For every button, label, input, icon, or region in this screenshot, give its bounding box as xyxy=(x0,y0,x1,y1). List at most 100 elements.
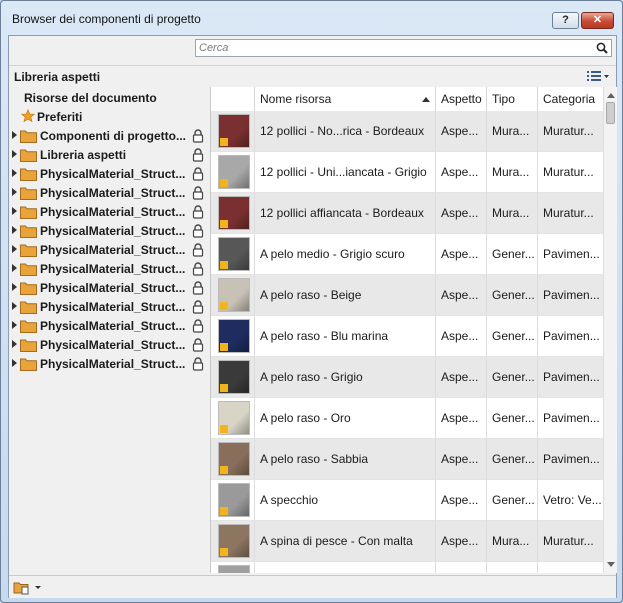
table-row[interactable]: 12 pollici - Uni...iancata - Grigio Aspe.… xyxy=(211,152,603,193)
table-row[interactable]: A pelo raso - Grigio Aspe... Gener... Pavim… xyxy=(211,357,603,398)
expand-arrow-icon[interactable] xyxy=(12,150,17,158)
lock-icon xyxy=(192,243,204,260)
tree-item[interactable]: PhysicalMaterial_Struct... xyxy=(12,298,208,316)
warning-icon xyxy=(220,507,228,515)
aspect-cell: Aspe... xyxy=(436,521,487,561)
table-row[interactable]: A pelo medio - Grigio scuro Aspe... Gener.… xyxy=(211,234,603,275)
category-cell: Vetro: Ve... xyxy=(543,493,602,507)
search-input[interactable]: Cerca xyxy=(195,39,612,57)
tree-item[interactable]: PhysicalMaterial_Struct... xyxy=(12,336,208,354)
header-name[interactable]: Nome risorsa xyxy=(255,87,436,111)
tree-root[interactable]: Risorse del documento xyxy=(24,91,157,105)
folder-icon xyxy=(20,168,37,184)
tree-item-label: PhysicalMaterial_Struct... xyxy=(40,319,186,333)
type-cell: Gener... xyxy=(487,234,538,274)
table-row[interactable]: A specchio Aspe... Gener... Vetro: Ve... xyxy=(211,480,603,521)
lock-icon xyxy=(192,262,204,279)
aspect-cell: Aspe... xyxy=(436,439,487,479)
tree-item[interactable]: Libreria aspetti xyxy=(12,146,208,164)
grid-header: Nome risorsa Aspetto Tipo Categoria xyxy=(211,87,603,112)
folder-icon xyxy=(20,358,37,374)
category-cell: Pavimen... xyxy=(543,411,600,425)
expand-arrow-icon[interactable] xyxy=(12,283,17,291)
tree-item[interactable]: PhysicalMaterial_Struct... xyxy=(12,222,208,240)
tree-item[interactable]: PhysicalMaterial_Struct... xyxy=(12,184,208,202)
lock-icon xyxy=(192,224,204,241)
tree-item[interactable]: PhysicalMaterial_Struct... xyxy=(12,317,208,335)
warning-icon xyxy=(220,384,228,392)
scroll-up-icon[interactable] xyxy=(607,93,615,98)
table-row[interactable]: A spina di pesce - Con malta Aspe... Mura.… xyxy=(211,521,603,562)
header-type[interactable]: Tipo xyxy=(487,87,538,111)
expand-arrow-icon[interactable] xyxy=(12,264,17,272)
warning-icon xyxy=(220,179,228,187)
expand-arrow-icon[interactable] xyxy=(12,302,17,310)
expand-arrow-icon[interactable] xyxy=(12,359,17,367)
aspect-cell: Aspe... xyxy=(436,398,487,438)
header-category[interactable]: Categoria xyxy=(538,87,603,111)
expand-arrow-icon[interactable] xyxy=(12,226,17,234)
expand-arrow-icon[interactable] xyxy=(12,245,17,253)
material-thumbnail xyxy=(218,483,250,517)
expand-arrow-icon[interactable] xyxy=(12,169,17,177)
material-thumbnail xyxy=(218,155,250,189)
type-cell: Mura... xyxy=(487,521,538,561)
tree-item[interactable]: PhysicalMaterial_Struct... xyxy=(12,355,208,373)
favorites-label: Preferiti xyxy=(37,110,83,124)
lock-icon xyxy=(192,129,204,146)
expand-arrow-icon[interactable] xyxy=(12,207,17,215)
tree-item-label: PhysicalMaterial_Struct... xyxy=(40,205,186,219)
tree-item-favorites[interactable]: Preferiti xyxy=(20,109,83,124)
star-icon xyxy=(20,109,36,123)
type-cell: Gener... xyxy=(487,480,538,520)
type-cell xyxy=(487,562,538,573)
type-cell: Gener... xyxy=(487,316,538,356)
header-thumbnail xyxy=(211,87,255,111)
search-icon[interactable] xyxy=(596,42,608,57)
material-thumbnail xyxy=(218,237,250,271)
tree-item-label: PhysicalMaterial_Struct... xyxy=(40,281,186,295)
table-row[interactable]: 12 pollici affiancata - Bordeaux Aspe... M… xyxy=(211,193,603,234)
tree-item[interactable]: Componenti di progetto... xyxy=(12,127,208,145)
thumbnail-cell xyxy=(211,152,255,192)
name-cell xyxy=(255,562,436,573)
tree-item[interactable]: PhysicalMaterial_Struct... xyxy=(12,260,208,278)
table-row[interactable]: 12 pollici - No...rica - Bordeaux Aspe...… xyxy=(211,111,603,152)
aspect-cell xyxy=(436,562,487,573)
expand-arrow-icon[interactable] xyxy=(12,188,17,196)
title-bar[interactable]: Browser dei componenti di progetto ? ✕ xyxy=(1,1,622,35)
category-cell: Muratur... xyxy=(543,165,594,179)
view-options-icon[interactable] xyxy=(586,69,610,86)
material-thumbnail xyxy=(218,565,250,573)
tree-item[interactable]: PhysicalMaterial_Struct... xyxy=(12,203,208,221)
table-row[interactable]: A pelo raso - Sabbia Aspe... Gener... Pavim… xyxy=(211,439,603,480)
name-cell: 12 pollici affiancata - Bordeaux xyxy=(255,193,436,233)
scroll-down-icon[interactable] xyxy=(607,562,615,567)
table-row[interactable]: A pelo raso - Blu marina Aspe... Gener... P… xyxy=(211,316,603,357)
aspect-cell: Aspe... xyxy=(436,316,487,356)
tree-item[interactable]: PhysicalMaterial_Struct... xyxy=(12,241,208,259)
material-thumbnail xyxy=(218,196,250,230)
header-aspect[interactable]: Aspetto xyxy=(436,87,487,111)
folder-icon xyxy=(20,130,37,146)
help-button[interactable]: ? xyxy=(552,12,579,29)
aspect-cell: Aspe... xyxy=(436,152,487,192)
thumbnail-cell xyxy=(211,439,255,479)
scroll-thumb[interactable] xyxy=(606,102,615,124)
category-cell: Muratur... xyxy=(543,206,594,220)
expand-arrow-icon[interactable] xyxy=(12,131,17,139)
material-thumbnail xyxy=(218,360,250,394)
table-row[interactable]: A pelo raso - Oro Aspe... Gener... Pavimen.… xyxy=(211,398,603,439)
close-button[interactable]: ✕ xyxy=(581,12,614,29)
aspect-cell: Aspe... xyxy=(436,275,487,315)
expand-arrow-icon[interactable] xyxy=(12,340,17,348)
thumbnail-cell xyxy=(211,357,255,397)
vertical-scrollbar[interactable] xyxy=(603,87,617,573)
table-row[interactable] xyxy=(211,562,603,573)
library-manage-icon[interactable] xyxy=(13,579,43,598)
footer-bar xyxy=(9,575,616,598)
tree-item[interactable]: PhysicalMaterial_Struct... xyxy=(12,279,208,297)
expand-arrow-icon[interactable] xyxy=(12,321,17,329)
tree-item[interactable]: PhysicalMaterial_Struct... xyxy=(12,165,208,183)
table-row[interactable]: A pelo raso - Beige Aspe... Gener... Pavime… xyxy=(211,275,603,316)
